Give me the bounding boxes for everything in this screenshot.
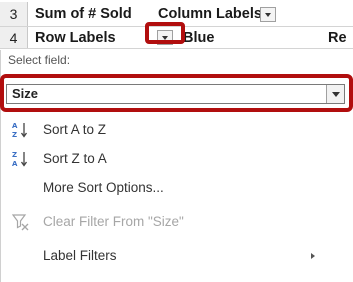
menu-item-label: Label Filters [43,248,117,263]
menu-item-more-sort-options[interactable]: More Sort Options... [0,176,353,202]
submenu-arrow-icon [311,253,315,259]
menu-item-clear-filter: Clear Filter From "Size" [0,210,353,236]
menu-item-label: More Sort Options... [43,180,164,195]
row-number[interactable]: 3 [0,2,28,26]
sort-descending-icon: Z A [10,149,30,169]
svg-text:Z: Z [12,131,17,139]
menu-item-label: Sort A to Z [43,122,107,137]
menu-item-label-filters[interactable]: Label Filters [0,244,353,270]
column-header-cut[interactable]: Re [328,27,347,49]
row-labels-header[interactable]: Row Labels [35,27,116,49]
menu-item-sort-a-to-z[interactable]: A Z Sort A to Z [0,118,353,144]
highlight-box-select-field [0,74,353,112]
sort-ascending-icon: A Z [10,120,30,140]
pivot-values-header[interactable]: Sum of # Sold [35,2,132,26]
chevron-down-icon [265,12,271,17]
menu-item-sort-z-to-a[interactable]: Z A Sort Z to A [0,147,353,173]
column-labels-filter-button[interactable] [260,7,276,22]
highlight-box-filter-button [145,22,185,44]
svg-text:A: A [12,160,18,168]
menu-item-label: Clear Filter From "Size" [43,214,184,229]
menu-item-label: Sort Z to A [43,151,107,166]
clear-filter-icon [12,214,29,231]
column-header-blue[interactable]: Blue [183,27,214,49]
select-field-label: Select field: [8,53,71,67]
svg-text:Z: Z [12,151,17,159]
svg-text:A: A [12,122,18,130]
row-number[interactable]: 4 [0,27,28,48]
